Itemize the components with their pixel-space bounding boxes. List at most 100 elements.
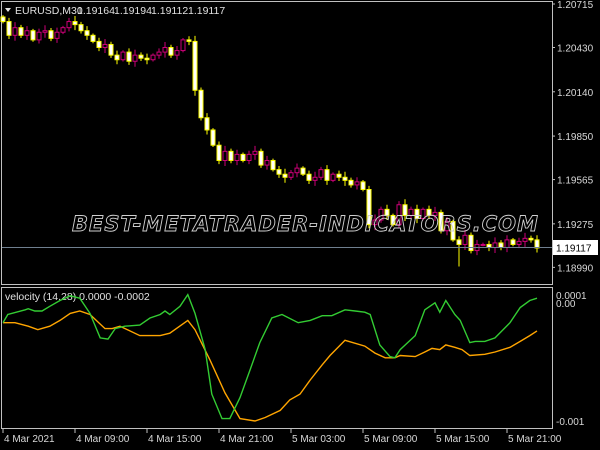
candle-body [336, 173, 342, 178]
candle-body [174, 50, 180, 56]
ohlc-high: 1.19194 [114, 5, 152, 17]
candle [114, 50, 120, 65]
candle-body [480, 243, 486, 246]
candle-body [498, 242, 504, 249]
velocity-fast-line [2, 293, 538, 420]
candle [492, 237, 498, 254]
candle [342, 171, 348, 186]
candle-body [42, 30, 48, 33]
candle-body [78, 24, 84, 32]
candle-body [222, 150, 228, 161]
candle-body [468, 234, 474, 252]
time-axis-label: 4 Mar 21:00 [220, 434, 274, 445]
candle [228, 148, 234, 164]
dropdown-triangle-icon[interactable] [5, 8, 11, 12]
candle-body [18, 27, 24, 36]
candle-body [48, 30, 54, 39]
candle [336, 170, 342, 181]
candle [126, 48, 132, 65]
candle-body [246, 153, 252, 161]
symbol-timeframe: EURUSD,M30 [15, 5, 83, 17]
price-axis-label: 1.20140 [557, 88, 594, 99]
candle [354, 177, 360, 190]
candle [294, 163, 300, 178]
candle-body [102, 43, 108, 49]
candle [510, 238, 516, 247]
candle [78, 21, 84, 34]
candle-body [288, 172, 294, 178]
candle [210, 128, 216, 148]
candle-body [510, 239, 516, 245]
candle [360, 180, 366, 192]
ohlc-low: 1.19112 [151, 5, 188, 17]
candle [150, 53, 156, 62]
price-axis-label: 1.20715 [557, 0, 594, 11]
candle [300, 166, 306, 177]
candle [240, 152, 246, 163]
mt4-chart-window: 1.20715 1.20430 1.20140 1.19850 1.19565 1.192… [0, 0, 598, 445]
candle-body [156, 51, 162, 56]
candle [498, 240, 504, 251]
candle [318, 166, 324, 181]
candle [12, 22, 18, 41]
indicator-panel[interactable] [1, 287, 553, 429]
candle-body [456, 239, 462, 245]
candle [270, 158, 276, 172]
candle-body [120, 51, 126, 61]
candle [264, 155, 270, 170]
candle [18, 24, 24, 39]
candle-body [348, 179, 354, 186]
candle-body [150, 54, 156, 61]
candle [246, 150, 252, 165]
candle-body [180, 39, 186, 52]
candle [102, 38, 108, 54]
candle [504, 235, 510, 253]
candle-body [462, 234, 468, 245]
candle-body [0, 16, 6, 23]
candle-body [282, 173, 288, 178]
candle-body [90, 34, 96, 42]
candle [312, 171, 318, 186]
time-axis-label: 5 Mar 03:00 [292, 434, 346, 445]
candle-body [96, 40, 102, 49]
time-axis-label: 5 Mar 09:00 [364, 434, 418, 445]
price-axis-label: 1.18990 [557, 263, 594, 274]
candle [324, 165, 330, 185]
candle-body [330, 173, 336, 181]
candle-body [318, 169, 324, 178]
price-axis: 1.20715 1.20430 1.20140 1.19850 1.19565 1.192… [552, 0, 594, 274]
candle [42, 25, 48, 38]
candle-body [198, 89, 204, 119]
time-axis: 4 Mar 2021 4 Mar 09:00 4 Mar 15:00 4 Mar 21… [2, 429, 562, 445]
candle-body [264, 159, 270, 166]
candle-body [300, 167, 306, 175]
candle-body [84, 30, 90, 36]
watermark: BEST-METATRADER-INDICATORS.COM [72, 212, 539, 236]
candle-body [492, 242, 498, 249]
price-axis-label: 1.19850 [557, 132, 594, 143]
candle-body [258, 150, 264, 166]
candle-body [12, 27, 18, 36]
candle [204, 113, 210, 135]
candle-body [204, 117, 210, 131]
candle [162, 42, 168, 58]
candle [48, 27, 54, 42]
candle-body [60, 27, 66, 33]
indicator-axis-label-min: -0.001 [556, 417, 585, 428]
ohlc-close: 1.19117 [188, 5, 225, 17]
candle-body [126, 51, 132, 62]
price-axis-label: 1.20430 [557, 44, 594, 55]
candle [108, 41, 114, 58]
candle [180, 38, 186, 53]
candle [144, 53, 150, 65]
candle [72, 16, 78, 31]
candle [186, 36, 192, 46]
candle-body [276, 169, 282, 175]
candle [174, 45, 180, 60]
candle [66, 17, 72, 32]
candle [480, 242, 486, 247]
candle [330, 172, 336, 183]
candle-body [192, 40, 198, 91]
candle [138, 52, 144, 61]
candle-body [312, 176, 318, 181]
